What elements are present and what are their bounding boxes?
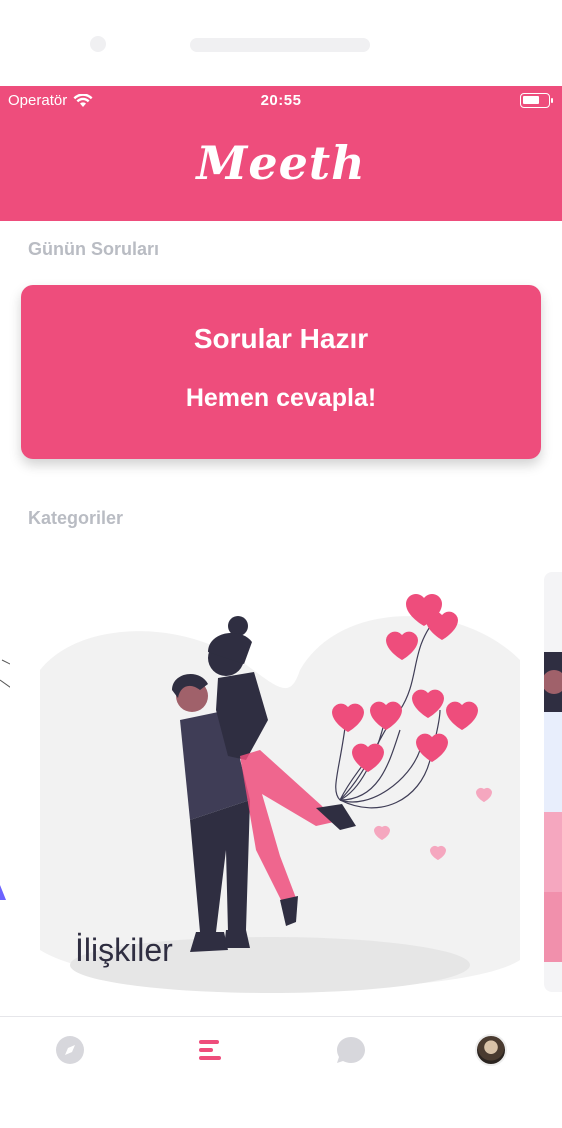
battery-icon: [520, 93, 553, 108]
front-camera: [90, 36, 106, 52]
daily-questions-title: Günün Soruları: [28, 239, 160, 259]
category-card-relationships[interactable]: İlişkiler: [40, 560, 520, 1000]
avatar: [475, 1034, 507, 1066]
category-card-previous[interactable]: [0, 600, 10, 980]
chat-bubble-icon: [337, 1037, 365, 1063]
list-icon: [199, 1040, 221, 1060]
compass-icon: [56, 1036, 84, 1064]
tab-explore[interactable]: [53, 1033, 87, 1067]
categories-carousel[interactable]: İlişkiler: [0, 560, 562, 1010]
app-logo: Meeth: [196, 136, 366, 190]
earpiece-speaker: [190, 38, 370, 52]
status-bar: Operatör 20:55: [0, 86, 562, 116]
daily-questions-card-cta: Hemen cevapla!: [185, 384, 377, 412]
categories-title: Kategoriler: [28, 508, 124, 528]
next-card-illustration: [544, 652, 562, 962]
app-header: Operatör 20:55 Meeth: [0, 86, 562, 221]
tab-categories[interactable]: [193, 1033, 227, 1067]
category-card-next[interactable]: [544, 572, 562, 992]
daily-questions-card[interactable]: Sorular Hazır Hemen cevapla!: [21, 285, 541, 459]
device-top-bezel: [0, 0, 562, 86]
tab-profile[interactable]: [474, 1033, 508, 1067]
status-time: 20:55: [260, 92, 302, 109]
daily-questions-card-title: Sorular Hazır: [193, 323, 369, 354]
tab-chat[interactable]: [334, 1033, 368, 1067]
tab-bar: [0, 1016, 562, 1086]
category-label-relationships: İlişkiler: [75, 932, 173, 968]
